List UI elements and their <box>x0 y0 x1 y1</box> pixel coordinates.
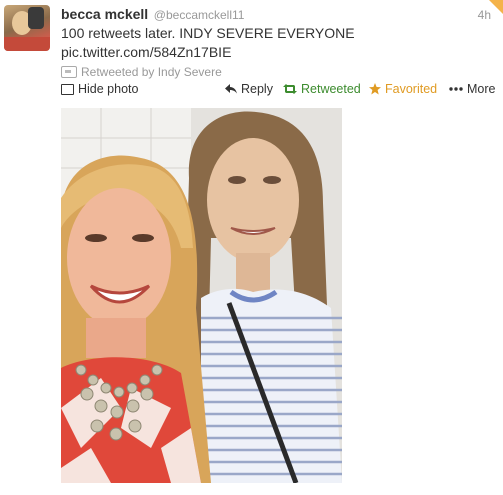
favorite-corner-badge <box>489 0 503 14</box>
tweet-text: 100 retweets later. INDY SEVERE EVERYONE <box>61 25 355 41</box>
retweet-context-label: Retweeted by Indy Severe <box>81 65 222 79</box>
tweet-header: becca mckell @beccamckell11 <box>61 6 244 22</box>
tweet-actions: Hide photo Reply Retweeted Favorited Mor… <box>61 82 495 98</box>
retweeted-button[interactable]: Retweeted <box>283 82 361 96</box>
reply-label: Reply <box>241 82 273 96</box>
photo-icon <box>61 83 74 95</box>
reply-arrow-icon <box>225 84 237 94</box>
full-name[interactable]: becca mckell <box>61 6 148 22</box>
username[interactable]: @beccamckell11 <box>154 8 245 22</box>
reply-button[interactable]: Reply <box>225 82 273 96</box>
more-label: More <box>467 82 496 96</box>
ellipsis-icon <box>449 87 463 91</box>
retweet-context: Retweeted by Indy Severe <box>61 65 222 79</box>
tweet-photo[interactable] <box>61 108 342 483</box>
hide-photo-button[interactable]: Hide photo <box>61 82 138 96</box>
retweet-context-icon <box>61 66 77 78</box>
hide-photo-label: Hide photo <box>78 82 139 96</box>
more-button[interactable]: More <box>449 82 495 96</box>
avatar[interactable] <box>4 5 50 51</box>
tweet-media-link[interactable]: pic.twitter.com/584Zn17BIE <box>61 43 231 62</box>
favorited-button[interactable]: Favorited <box>369 82 437 96</box>
retweet-icon <box>283 84 297 94</box>
favorited-label: Favorited <box>385 82 438 96</box>
retweeted-label: Retweeted <box>301 82 361 96</box>
star-icon <box>369 83 381 95</box>
